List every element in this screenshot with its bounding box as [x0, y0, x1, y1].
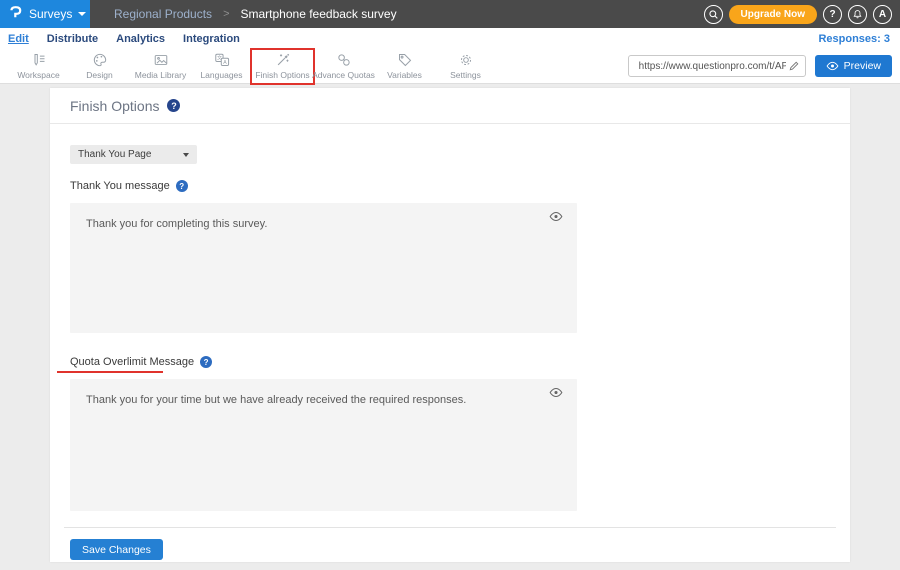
breadcrumb: Regional Products > Smartphone feedback …	[90, 0, 704, 28]
footer-divider	[64, 527, 836, 528]
notifications-button[interactable]	[848, 5, 867, 24]
responses-count[interactable]: Responses: 3	[818, 33, 892, 45]
header-actions: Upgrade Now ? A	[704, 0, 900, 28]
quota-overlimit-message-box: Thank you for your time but we have alre…	[70, 379, 577, 511]
toolbar-item-label: Workspace	[17, 70, 59, 80]
eye-icon	[549, 386, 563, 401]
top-header: Surveys Regional Products > Smartphone f…	[0, 0, 900, 28]
share-url-input[interactable]	[637, 60, 788, 73]
eye-icon	[826, 61, 839, 71]
languages-translate-icon: 文A	[214, 52, 230, 68]
finish-type-select[interactable]: Thank You Page	[70, 145, 197, 164]
preview-button-label: Preview	[844, 60, 881, 72]
thank-you-preview-eye-button[interactable]	[549, 211, 563, 222]
toolbar-right: Preview	[628, 55, 892, 77]
thank-you-message-label-row: Thank You message ?	[70, 180, 188, 192]
breadcrumb-separator: >	[223, 8, 229, 20]
chevron-down-icon	[183, 153, 189, 157]
page-title-row: Finish Options ?	[50, 88, 850, 124]
red-underline-annotation	[57, 371, 163, 373]
search-icon	[708, 9, 719, 20]
finish-options-help-icon[interactable]: ?	[167, 99, 180, 112]
quotas-links-icon	[336, 52, 352, 68]
toolbar-item-finish-options[interactable]: Finish Options	[252, 50, 313, 83]
thank-you-message-label: Thank You message	[70, 180, 170, 192]
toolbar-item-label: Languages	[200, 70, 242, 80]
page-background: Finish Options ? Thank You Page Thank Yo…	[0, 84, 900, 562]
survey-nav: Edit Distribute Analytics Integration Re…	[0, 28, 900, 49]
toolbar-item-label: Design	[86, 70, 112, 80]
toolbar-item-label: Variables	[387, 70, 422, 80]
share-url-field	[628, 55, 806, 77]
help-button[interactable]: ?	[823, 5, 842, 24]
design-palette-icon	[92, 52, 108, 68]
toolbar-item-label: Media Library	[135, 70, 187, 80]
quota-overlimit-help-icon[interactable]: ?	[200, 356, 212, 368]
quota-overlimit-message-input[interactable]: Thank you for your time but we have alre…	[70, 379, 577, 511]
finish-wand-icon	[275, 52, 291, 68]
finish-options-form: Thank You Page Thank You message ? Thank…	[50, 145, 850, 511]
search-button[interactable]	[704, 5, 723, 24]
toolbar-item-settings[interactable]: Settings	[435, 50, 496, 83]
tab-analytics[interactable]: Analytics	[116, 33, 165, 45]
tab-edit[interactable]: Edit	[8, 33, 29, 45]
workspace-list-icon	[31, 52, 47, 68]
toolbar-item-variables[interactable]: Variables	[374, 50, 435, 83]
breadcrumb-survey-title: Smartphone feedback survey	[241, 7, 397, 21]
toolbar-item-label: Advance Quotas	[312, 70, 375, 80]
thank-you-help-icon[interactable]: ?	[176, 180, 188, 192]
edit-toolbar: Workspace Design Media Library 文A Langua…	[0, 49, 900, 84]
questionpro-logo	[9, 6, 23, 22]
finish-options-panel: Finish Options ? Thank You Page Thank Yo…	[50, 88, 850, 562]
bell-icon	[852, 9, 863, 20]
finish-type-selected-value: Thank You Page	[78, 149, 151, 160]
variables-tag-icon	[397, 52, 413, 68]
thank-you-message-input[interactable]: Thank you for completing this survey.	[70, 203, 577, 333]
breadcrumb-folder[interactable]: Regional Products	[114, 7, 212, 21]
quota-overlimit-label-row: Quota Overlimit Message ?	[70, 356, 212, 368]
toolbar-item-media-library[interactable]: Media Library	[130, 50, 191, 83]
surveys-menu[interactable]: Surveys	[0, 0, 90, 28]
svg-text:A: A	[223, 60, 227, 66]
chevron-down-icon	[78, 12, 86, 16]
quota-overlimit-label: Quota Overlimit Message	[70, 356, 194, 368]
edit-pencil-icon[interactable]	[788, 60, 800, 72]
toolbar-item-advance-quotas[interactable]: Advance Quotas	[313, 50, 374, 83]
toolbar-item-workspace[interactable]: Workspace	[8, 50, 69, 83]
eye-icon	[549, 210, 563, 225]
media-image-icon	[153, 52, 169, 68]
tab-distribute[interactable]: Distribute	[47, 33, 98, 45]
toolbar-item-design[interactable]: Design	[69, 50, 130, 83]
preview-button[interactable]: Preview	[815, 55, 892, 77]
quota-preview-eye-button[interactable]	[549, 387, 563, 398]
toolbar-item-label: Finish Options	[255, 70, 309, 80]
avatar[interactable]: A	[873, 5, 892, 24]
upgrade-now-button[interactable]: Upgrade Now	[729, 5, 817, 24]
surveys-menu-label: Surveys	[29, 7, 72, 21]
save-changes-button[interactable]: Save Changes	[70, 539, 163, 560]
toolbar-item-languages[interactable]: 文A Languages	[191, 50, 252, 83]
tab-integration[interactable]: Integration	[183, 33, 240, 45]
toolbar-item-label: Settings	[450, 70, 481, 80]
thank-you-message-box: Thank you for completing this survey.	[70, 203, 577, 333]
page-title: Finish Options	[70, 98, 159, 114]
settings-gear-icon	[458, 52, 474, 68]
